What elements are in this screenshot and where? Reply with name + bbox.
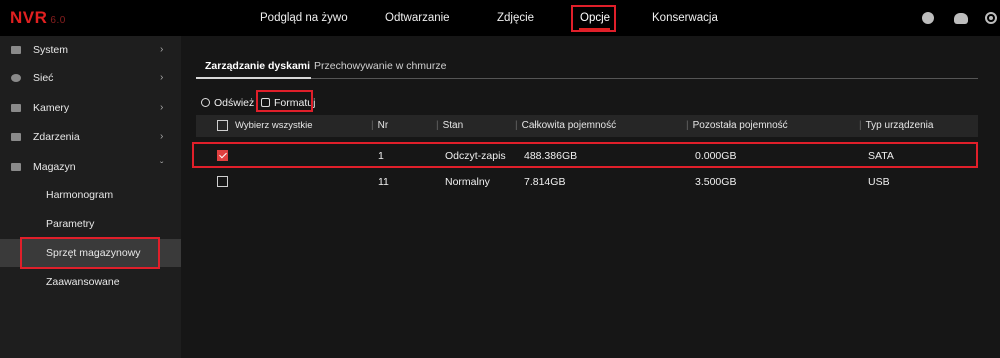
network-icon xyxy=(11,74,21,82)
table-row[interactable]: 1 Odczyt-zapis 488.386GB 0.000GB SATA xyxy=(196,145,978,167)
format-button[interactable]: Formatuj xyxy=(261,97,315,109)
column-status: | Stan xyxy=(436,120,464,131)
cell-total-capacity: 7.814GB xyxy=(524,176,566,188)
sidebar-item-system[interactable]: System › xyxy=(0,37,181,63)
column-nr: | Nr xyxy=(371,120,389,131)
cell-total-capacity: 488.386GB xyxy=(524,150,578,162)
user-icon[interactable] xyxy=(922,12,934,24)
sidebar-subitem-storage-hardware[interactable]: Sprzęt magazynowy xyxy=(0,239,181,267)
sidebar-subitem-schedule[interactable]: Harmonogram xyxy=(0,181,181,209)
chevron-down-icon: ˇ xyxy=(160,161,164,172)
column-device-type: | Typ urządzenia xyxy=(859,120,934,131)
cell-device-type: USB xyxy=(868,176,890,188)
nav-pictures[interactable]: Zdjęcie xyxy=(497,0,534,36)
logo: NVR 6.0 xyxy=(10,8,66,27)
sidebar-item-network[interactable]: Sieć › xyxy=(0,65,181,91)
table-header: Wybierz wszystkie | Nr | Stan | Całkowita p… xyxy=(196,115,978,137)
cell-status: Normalny xyxy=(445,176,490,188)
nav-live-view[interactable]: Podgląd na żywo xyxy=(260,0,348,36)
settings-icon[interactable] xyxy=(985,12,997,24)
cell-nr: 11 xyxy=(378,176,389,188)
table-row[interactable]: 11 Normalny 7.814GB 3.500GB USB xyxy=(196,171,978,193)
tab-divider xyxy=(196,78,978,79)
main-panel: Zarządzanie dyskami Przechowywanie w chm… xyxy=(181,36,1000,358)
chevron-right-icon: › xyxy=(160,44,164,55)
top-bar: NVR 6.0 Podgląd na żywo Odtwarzanie Zdjęc… xyxy=(0,0,1000,36)
format-icon xyxy=(261,98,270,107)
events-icon xyxy=(11,133,21,141)
refresh-icon xyxy=(201,98,210,107)
tab-active-indicator xyxy=(196,77,311,79)
cell-remaining-capacity: 0.000GB xyxy=(695,150,737,162)
column-remaining-capacity: | Pozostała pojemność xyxy=(686,120,788,131)
column-total-capacity: | Całkowita pojemność xyxy=(515,120,617,131)
chevron-right-icon: › xyxy=(160,131,164,142)
cell-device-type: SATA xyxy=(868,150,894,162)
refresh-button[interactable]: Odśwież xyxy=(201,97,254,109)
row-checkbox[interactable] xyxy=(217,150,228,161)
cell-remaining-capacity: 3.500GB xyxy=(695,176,737,188)
storage-icon xyxy=(11,163,21,171)
sidebar-item-storage[interactable]: Magazyn ˇ xyxy=(0,154,181,180)
sidebar-subitem-advanced[interactable]: Zaawansowane xyxy=(0,268,181,296)
cloud-icon[interactable] xyxy=(954,13,968,24)
cell-nr: 1 xyxy=(378,150,384,162)
tab-cloud-storage[interactable]: Przechowywanie w chmurze xyxy=(314,60,446,72)
select-all-checkbox[interactable] xyxy=(217,120,228,131)
sidebar-subitem-parameters[interactable]: Parametry xyxy=(0,210,181,238)
sidebar-item-cameras[interactable]: Kamery › xyxy=(0,95,181,121)
sidebar: System › Sieć › Kamery › Zdarzenia › Mag… xyxy=(0,36,181,358)
nav-active-indicator xyxy=(579,28,610,30)
column-select-all: Wybierz wszystkie xyxy=(235,120,313,131)
camera-icon xyxy=(11,104,21,112)
row-checkbox[interactable] xyxy=(217,176,228,187)
system-icon xyxy=(11,46,21,54)
tab-disk-management[interactable]: Zarządzanie dyskami xyxy=(205,60,310,72)
chevron-right-icon: › xyxy=(160,72,164,83)
chevron-right-icon: › xyxy=(160,102,164,113)
nav-maintenance[interactable]: Konserwacja xyxy=(652,0,718,36)
nav-options[interactable]: Opcje xyxy=(580,0,610,36)
sidebar-item-events[interactable]: Zdarzenia › xyxy=(0,124,181,150)
nav-playback[interactable]: Odtwarzanie xyxy=(385,0,450,36)
cell-status: Odczyt-zapis xyxy=(445,150,506,162)
